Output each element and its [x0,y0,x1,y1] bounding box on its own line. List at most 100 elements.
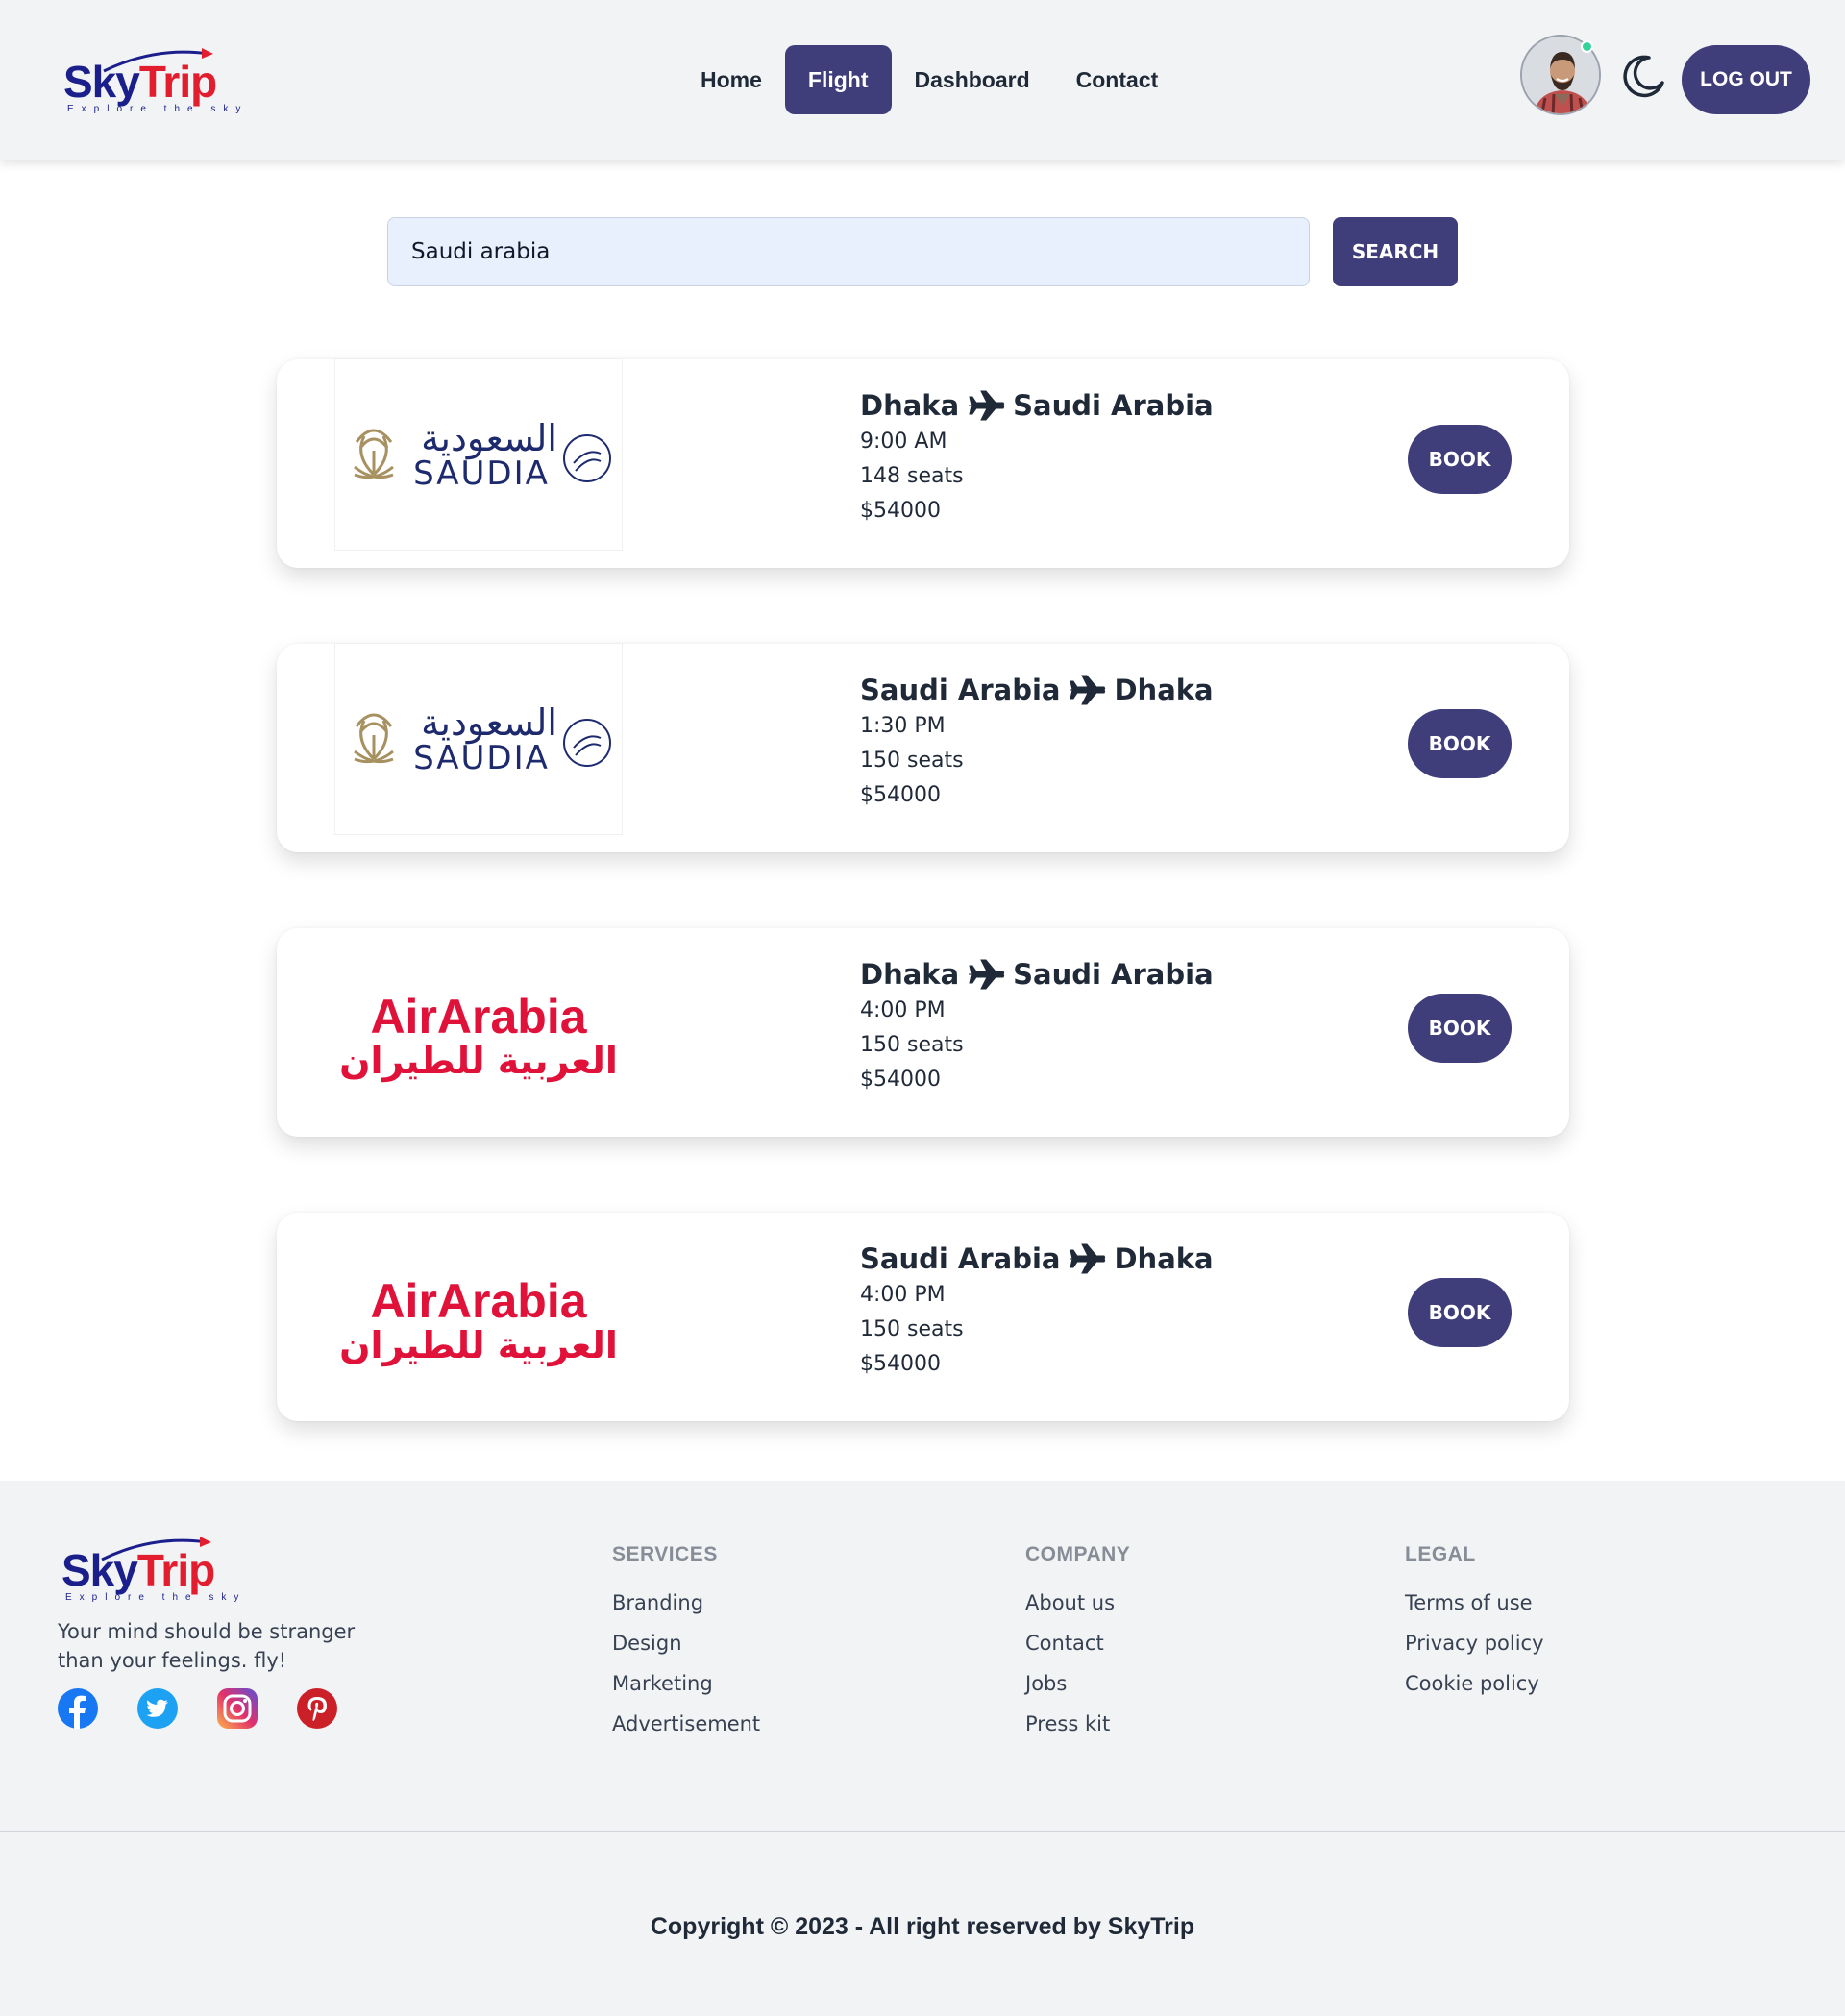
footer-divider [0,1831,1845,1832]
route-origin: Saudi Arabia [860,674,1061,706]
brand-wordmark: SkyTrip [62,1545,215,1595]
route-origin: Saudi Arabia [860,1242,1061,1275]
footer-brand-logo[interactable]: SkyTrip Explore the sky [62,1537,238,1604]
flight-route: Dhaka Saudi Arabia [860,386,1214,425]
route-destination: Dhaka [1114,674,1214,706]
flight-card: AirArabia العربية للطيران Dhaka Saudi Ar… [277,928,1569,1137]
flight-seats: 148 seats [860,464,964,488]
online-status-dot [1581,40,1593,53]
pinterest-icon[interactable] [297,1688,337,1729]
route-origin: Dhaka [860,389,960,422]
nav-home[interactable]: Home [677,45,785,114]
flight-price: $54000 [860,499,941,523]
flight-time: 4:00 PM [860,998,946,1022]
footer-link[interactable]: About us [1025,1588,1130,1629]
route-origin: Dhaka [860,958,960,991]
brand-wordmark: SkyTrip [63,57,217,107]
airarabia-logo-icon: AirArabia العربية للطيران [339,990,618,1082]
footer-link[interactable]: Branding [612,1588,760,1629]
flight-route: Dhaka Saudi Arabia [860,955,1214,994]
footer-link[interactable]: Cookie policy [1405,1669,1544,1709]
flight-time: 9:00 AM [860,430,947,454]
theme-toggle[interactable] [1620,52,1666,98]
user-avatar[interactable] [1520,35,1601,115]
brand-logo[interactable]: SkyTrip Explore the sky [63,48,240,115]
brand-tagline: Explore the sky [65,1592,247,1603]
moon-icon [1623,55,1664,98]
copyright-text: Copyright © 2023 - All right reserved by… [650,1913,1195,1940]
logout-button[interactable]: LOG OUT [1682,45,1810,114]
instagram-icon[interactable] [217,1688,258,1729]
flight-price: $54000 [860,783,941,807]
nav-contact[interactable]: Contact [1053,45,1182,114]
flight-time: 1:30 PM [860,714,946,738]
flight-price: $54000 [860,1352,941,1376]
flight-info: Saudi Arabia Dhaka 1:30 PM 150 seats $54… [860,671,1214,813]
airarabia-logo: AirArabia العربية للطيران [334,933,623,1125]
airarabia-arabic-text: العربية للطيران [339,1040,618,1082]
saudia-latin-text: SAUDIA [413,739,550,777]
footer-link[interactable]: Terms of use [1405,1588,1544,1629]
book-button[interactable]: BOOK [1408,1278,1512,1347]
main-nav: Home Flight Dashboard Contact [677,45,1181,114]
plane-icon [1070,675,1106,705]
plane-icon [1070,1243,1106,1274]
book-button[interactable]: BOOK [1408,994,1512,1063]
footer-link[interactable]: Privacy policy [1405,1629,1544,1669]
search-button[interactable]: SEARCH [1333,217,1458,286]
flight-route: Saudi Arabia Dhaka [860,1240,1214,1278]
flight-price: $54000 [860,1068,941,1092]
brand-name-sky: Sky [62,1545,138,1595]
brand-name-sky: Sky [63,57,140,107]
footer-link[interactable]: Jobs [1025,1669,1130,1709]
flight-card: السعودية SAUDIA Dhaka Saudi Arabia 9:00 … [277,358,1569,568]
footer-col-services: SERVICES Branding Design Marketing Adver… [612,1540,760,1750]
footer-link[interactable]: Design [612,1629,760,1669]
flight-seats: 150 seats [860,1317,964,1341]
footer-tagline: Your mind should be stranger than your f… [58,1620,356,1672]
flight-info: Dhaka Saudi Arabia 9:00 AM 148 seats $54… [860,386,1214,529]
flight-route: Saudi Arabia Dhaka [860,671,1214,709]
route-destination: Saudi Arabia [1013,389,1214,422]
site-footer: SkyTrip Explore the sky Your mind should… [0,1481,1845,2016]
footer-link[interactable]: Press kit [1025,1709,1130,1750]
airarabia-arabic-text: العربية للطيران [339,1324,618,1366]
flight-info: Dhaka Saudi Arabia 4:00 PM 150 seats $54… [860,955,1214,1097]
airarabia-latin-text: AirArabia [370,1274,587,1328]
footer-col-company: COMPANY About us Contact Jobs Press kit [1025,1540,1130,1750]
footer-link[interactable]: Marketing [612,1669,760,1709]
nav-dashboard[interactable]: Dashboard [892,45,1053,114]
saudia-logo: السعودية SAUDIA [334,358,623,551]
saudia-latin-text: SAUDIA [413,455,550,493]
book-button[interactable]: BOOK [1408,709,1512,778]
twitter-icon[interactable] [137,1688,178,1729]
footer-link[interactable]: Contact [1025,1629,1130,1669]
footer-col-legal: LEGAL Terms of use Privacy policy Cookie… [1405,1540,1544,1709]
plane-icon [969,959,1005,990]
route-destination: Saudi Arabia [1013,958,1214,991]
top-navbar: SkyTrip Explore the sky Home Flight Dash… [0,0,1845,160]
plane-icon [969,390,1005,421]
footer-col-title: SERVICES [612,1543,718,1565]
saudia-logo-icon: السعودية SAUDIA [354,701,611,777]
social-links [58,1688,337,1729]
footer-link[interactable]: Advertisement [612,1709,760,1750]
flight-card: السعودية SAUDIA Saudi Arabia Dhaka 1:30 … [277,643,1569,852]
airarabia-logo: AirArabia العربية للطيران [334,1217,623,1410]
saudia-logo-icon: السعودية SAUDIA [354,417,611,493]
search-input[interactable] [387,217,1310,286]
saudia-logo: السعودية SAUDIA [334,643,623,835]
flight-seats: 150 seats [860,1033,964,1057]
route-destination: Dhaka [1114,1242,1214,1275]
flight-seats: 150 seats [860,749,964,773]
flight-card: AirArabia العربية للطيران Saudi Arabia D… [277,1213,1569,1421]
brand-tagline: Explore the sky [67,104,249,114]
footer-col-title: LEGAL [1405,1543,1476,1565]
book-button[interactable]: BOOK [1408,425,1512,494]
brand-name-trip: Trip [136,1545,215,1595]
footer-col-title: COMPANY [1025,1543,1131,1565]
facebook-icon[interactable] [58,1688,98,1729]
flight-info: Saudi Arabia Dhaka 4:00 PM 150 seats $54… [860,1240,1214,1382]
nav-flight[interactable]: Flight [784,45,892,114]
brand-name-trip: Trip [138,57,217,107]
